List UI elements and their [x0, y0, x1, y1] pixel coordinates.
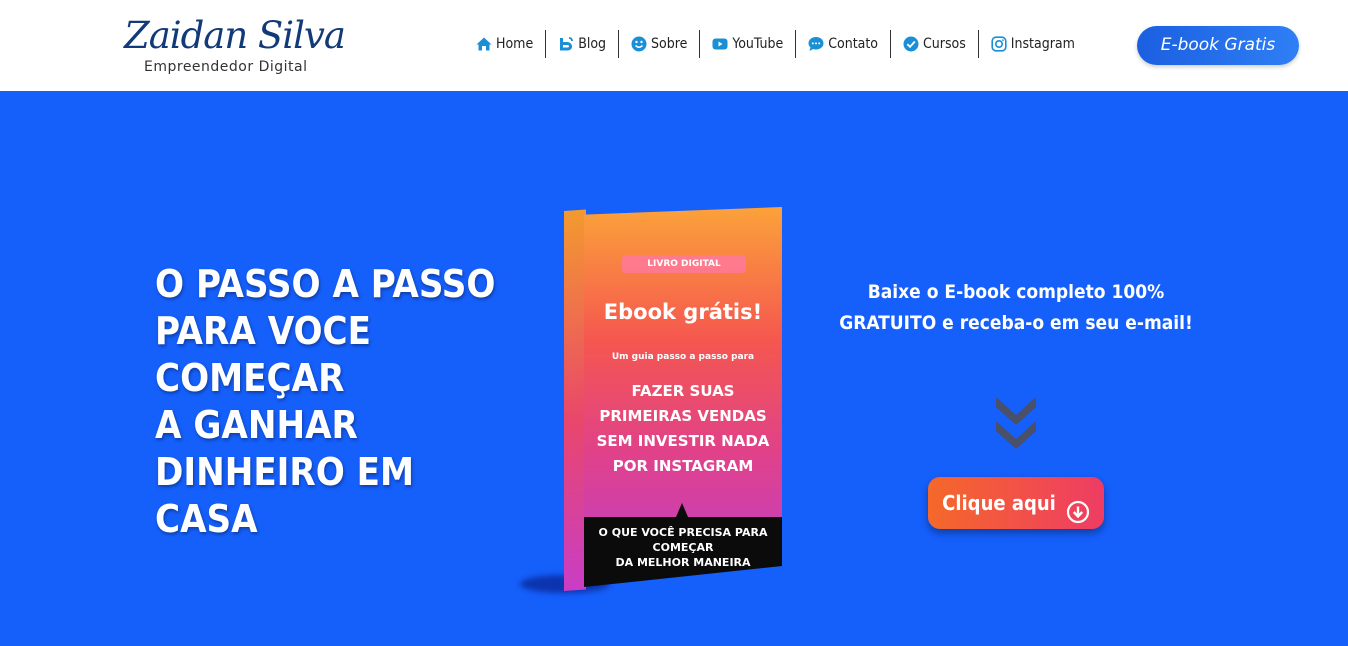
ebook-gratis-button[interactable]: E-book Gratis	[1137, 26, 1299, 65]
home-icon	[476, 36, 492, 52]
nav-item-sobre[interactable]: Sobre	[618, 30, 699, 58]
nav-item-cursos[interactable]: Cursos	[889, 30, 978, 58]
book-bottom-line: COMEÇAR	[652, 541, 714, 554]
book-tag: LIVRO DIGITAL	[622, 255, 746, 273]
nav-item-instagram[interactable]: Instagram	[977, 30, 1087, 58]
cta-description: Baixe o E-book completo 100% GRATUITO e …	[839, 281, 1193, 334]
main-nav: Home Blog Sobre YouTube Contato Cursos I…	[464, 30, 1087, 58]
nav-item-home[interactable]: Home	[464, 30, 545, 58]
instagram-icon	[991, 36, 1007, 52]
arrow-down-circle-icon	[1066, 491, 1090, 524]
nav-label: Blog	[578, 36, 607, 52]
book-title: Ebook grátis!	[603, 300, 763, 324]
headline-line: O PASSO A PASSO	[155, 262, 496, 306]
site-header: Zaidan Silva Empreendedor Digital Home B…	[0, 0, 1348, 91]
site-logo[interactable]: Zaidan Silva Empreendedor Digital	[124, 14, 346, 80]
chat-icon	[808, 36, 824, 52]
nav-item-youtube[interactable]: YouTube	[699, 30, 795, 58]
book-spine	[564, 209, 586, 591]
nav-label: Home	[496, 36, 534, 52]
headline-line: DINHEIRO EM	[155, 450, 415, 494]
book-headline-line: SEM INVESTIR NADA	[596, 432, 770, 450]
hero-section: O PASSO A PASSO PARA VOCE COMEÇAR A GANH…	[0, 91, 1348, 646]
book-notch	[676, 503, 688, 517]
nav-item-contato[interactable]: Contato	[795, 30, 890, 58]
double-chevron-down-icon	[993, 393, 1039, 451]
nav-item-blog[interactable]: Blog	[545, 30, 618, 58]
blogger-icon	[558, 36, 574, 52]
hero-headline: O PASSO A PASSO PARA VOCE COMEÇAR A GANH…	[155, 261, 535, 543]
clique-aqui-button[interactable]: Clique aqui	[928, 477, 1104, 529]
headline-line: PARA VOCE	[155, 309, 371, 353]
nav-label: Cursos	[922, 36, 966, 52]
nav-label: YouTube	[732, 36, 784, 52]
book-guide: Um guia passo a passo para	[611, 352, 755, 362]
ebook-cover-image: LIVRO DIGITAL Ebook grátis! Um guia pass…	[520, 201, 790, 601]
logo-name: Zaidan Silva	[124, 14, 346, 57]
book-headline-line: PRIMEIRAS VENDAS	[599, 407, 767, 425]
headline-line: CASA	[155, 497, 258, 541]
book-bottom-line: DA MELHOR MANEIRA	[615, 556, 751, 569]
book-bottom-text: O QUE VOCÊ PRECISA PARA COMEÇAR DA MELHO…	[584, 525, 782, 570]
logo-subtitle: Empreendedor Digital	[144, 59, 308, 75]
headline-line: COMEÇAR	[155, 356, 345, 400]
youtube-icon	[712, 36, 728, 52]
headline-line: A GANHAR	[155, 403, 358, 447]
button-label: Clique aqui	[942, 491, 1056, 515]
book-headline-line: POR INSTAGRAM	[612, 457, 754, 475]
book-headline-line: FAZER SUAS	[631, 382, 735, 400]
nav-label: Instagram	[1010, 36, 1075, 52]
book-bottom-line: O QUE VOCÊ PRECISA PARA	[598, 526, 768, 539]
check-circle-icon	[903, 36, 919, 52]
nav-label: Sobre	[651, 36, 688, 52]
smile-icon	[631, 36, 647, 52]
nav-label: Contato	[828, 36, 878, 52]
book-headline: FAZER SUAS PRIMEIRAS VENDAS SEM INVESTIR…	[584, 379, 782, 479]
